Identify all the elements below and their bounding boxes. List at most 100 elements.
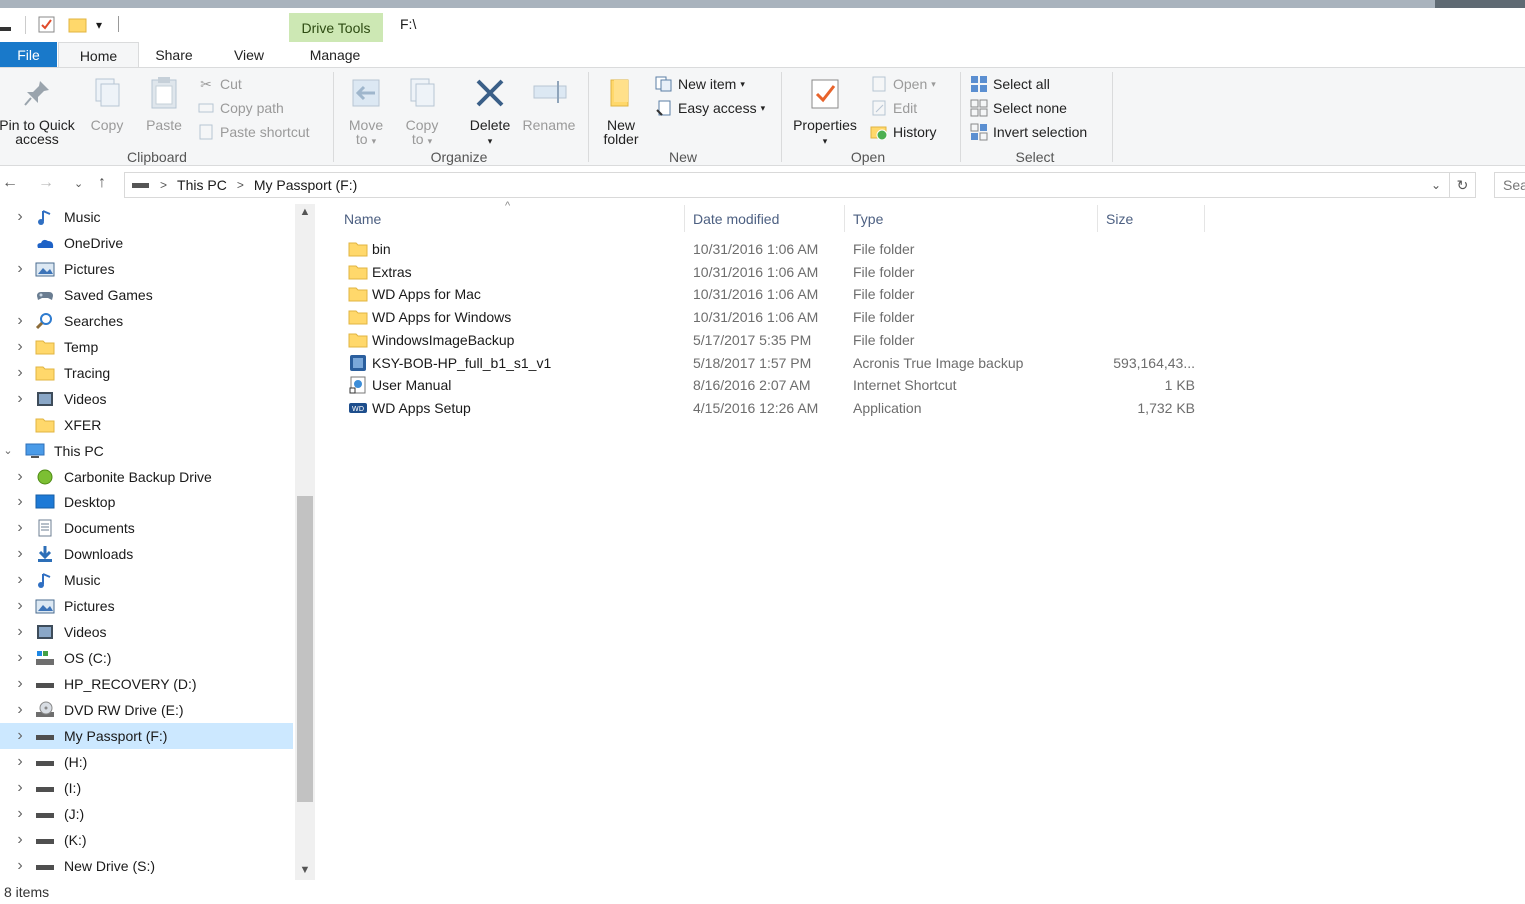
- paste-shortcut-button[interactable]: Paste shortcut: [197, 122, 310, 142]
- nav-scrollbar-thumb[interactable]: [297, 496, 313, 802]
- select-all-button[interactable]: Select all: [970, 74, 1050, 94]
- chevron-right-icon[interactable]: ›: [14, 805, 26, 823]
- nav-item[interactable]: › My Passport (F:): [0, 723, 293, 749]
- chevron-right-icon[interactable]: ›: [14, 753, 26, 771]
- address-bar[interactable]: > This PC > My Passport (F:) ⌄: [124, 172, 1450, 198]
- nav-item[interactable]: OneDrive: [0, 230, 293, 256]
- nav-item[interactable]: › DVD RW Drive (E:): [0, 697, 293, 723]
- chevron-right-icon[interactable]: ›: [14, 779, 26, 797]
- nav-item[interactable]: › Tracing: [0, 360, 293, 386]
- file-row[interactable]: KSY-BOB-HP_full_b1_s1_v1 5/18/2017 1:57 P…: [340, 352, 1200, 375]
- chevron-right-icon[interactable]: ›: [14, 597, 26, 615]
- nav-item[interactable]: › (H:): [0, 749, 293, 775]
- column-header-size[interactable]: Size: [1106, 208, 1133, 230]
- column-header-date[interactable]: Date modified: [693, 208, 779, 230]
- customize-qa-icon[interactable]: ▾: [96, 18, 102, 32]
- nav-item[interactable]: ⌄ This PC: [0, 438, 293, 464]
- nav-item[interactable]: › New Drive (S:): [0, 853, 293, 879]
- tab-home[interactable]: Home: [58, 42, 139, 68]
- pin-to-quick-access-button[interactable]: Pin to Quick access: [0, 74, 78, 146]
- column-separator[interactable]: [1204, 205, 1205, 232]
- scroll-down-arrow-icon[interactable]: ▼: [295, 864, 315, 876]
- chevron-right-icon[interactable]: ›: [14, 727, 26, 745]
- history-button[interactable]: History: [870, 122, 937, 142]
- chevron-right-icon[interactable]: ›: [14, 338, 26, 356]
- chevron-right-icon[interactable]: ›: [14, 831, 26, 849]
- forward-arrow-icon[interactable]: →: [38, 174, 54, 192]
- column-header-type[interactable]: Type: [853, 208, 883, 230]
- invert-selection-button[interactable]: Invert selection: [970, 122, 1087, 142]
- chevron-right-icon[interactable]: ›: [14, 571, 26, 589]
- chevron-right-icon[interactable]: ›: [14, 857, 26, 875]
- nav-item[interactable]: › Documents: [0, 515, 293, 541]
- rename-button[interactable]: Rename: [520, 74, 578, 132]
- nav-item[interactable]: › Pictures: [0, 256, 293, 282]
- copy-path-button[interactable]: Copy path: [197, 98, 284, 118]
- nav-item[interactable]: Saved Games: [0, 282, 293, 308]
- delete-button[interactable]: Delete ▾: [464, 74, 516, 148]
- column-separator[interactable]: [1097, 205, 1098, 232]
- chevron-right-icon[interactable]: ›: [14, 519, 26, 537]
- copy-button[interactable]: Copy: [86, 74, 128, 132]
- open-button[interactable]: Open ▾: [870, 74, 936, 94]
- nav-item[interactable]: › Temp: [0, 334, 293, 360]
- nav-item[interactable]: › Videos: [0, 619, 293, 645]
- nav-item[interactable]: › (J:): [0, 801, 293, 827]
- nav-item[interactable]: › Pictures: [0, 593, 293, 619]
- nav-item[interactable]: › (K:): [0, 827, 293, 853]
- nav-scrollbar[interactable]: ▲ ▼: [295, 204, 315, 880]
- nav-item[interactable]: › Videos: [0, 386, 293, 412]
- chevron-right-icon[interactable]: ›: [14, 312, 26, 330]
- scroll-up-arrow-icon[interactable]: ▲: [295, 206, 315, 218]
- file-row[interactable]: WD Apps for Mac 10/31/2016 1:06 AM File fo…: [340, 283, 1200, 306]
- new-item-button[interactable]: New item ▾: [655, 74, 745, 94]
- chevron-right-icon[interactable]: ›: [14, 260, 26, 278]
- file-row[interactable]: User Manual 8/16/2016 2:07 AM Internet Sho…: [340, 374, 1200, 397]
- nav-item[interactable]: › Desktop: [0, 489, 293, 515]
- nav-item[interactable]: › Searches: [0, 308, 293, 334]
- chevron-right-icon[interactable]: ›: [14, 208, 26, 226]
- edit-button[interactable]: Edit: [870, 98, 917, 118]
- properties-qa-icon[interactable]: [38, 16, 56, 34]
- chevron-right-icon[interactable]: ›: [14, 493, 26, 511]
- file-row[interactable]: WindowsImageBackup 5/17/2017 5:35 PM File …: [340, 329, 1200, 352]
- nav-item[interactable]: XFER: [0, 412, 293, 438]
- nav-item[interactable]: › Downloads: [0, 541, 293, 567]
- chevron-right-icon[interactable]: ›: [14, 545, 26, 563]
- new-folder-qa-icon[interactable]: [68, 16, 88, 34]
- chevron-right-icon[interactable]: ›: [14, 675, 26, 693]
- refresh-icon[interactable]: ↻: [1450, 172, 1476, 198]
- properties-button[interactable]: Properties ▾: [788, 74, 862, 148]
- copy-to-button[interactable]: Copy to ▾: [398, 74, 446, 148]
- column-separator[interactable]: [844, 205, 845, 232]
- file-row[interactable]: WD WD Apps Setup 4/15/2016 12:26 AM Applica…: [340, 397, 1200, 420]
- new-folder-button[interactable]: New folder: [598, 74, 644, 146]
- chevron-right-icon[interactable]: ›: [14, 649, 26, 667]
- chevron-right-icon[interactable]: ›: [14, 701, 26, 719]
- breadcrumb-my-passport[interactable]: My Passport (F:): [254, 177, 357, 193]
- cut-button[interactable]: ✂ Cut: [197, 74, 242, 94]
- up-arrow-icon[interactable]: ↑: [98, 174, 106, 192]
- tab-share[interactable]: Share: [145, 42, 203, 68]
- chevron-right-icon[interactable]: ›: [14, 468, 26, 486]
- chevron-right-icon[interactable]: ›: [14, 390, 26, 408]
- nav-item[interactable]: › Music: [0, 567, 293, 593]
- file-row[interactable]: bin 10/31/2016 1:06 AM File folder: [340, 238, 1200, 261]
- search-input[interactable]: Sea: [1494, 172, 1525, 198]
- file-row[interactable]: Extras 10/31/2016 1:06 AM File folder: [340, 261, 1200, 284]
- tab-file[interactable]: File: [0, 42, 57, 68]
- system-menu-icon[interactable]: [0, 17, 12, 33]
- recent-locations-chevron-icon[interactable]: ⌄: [74, 177, 83, 190]
- tab-manage[interactable]: Manage: [290, 42, 380, 68]
- nav-item[interactable]: › HP_RECOVERY (D:): [0, 671, 293, 697]
- nav-item[interactable]: › Music: [0, 204, 293, 230]
- chevron-down-icon[interactable]: ⌄: [2, 444, 14, 457]
- back-arrow-icon[interactable]: ←: [2, 174, 18, 192]
- nav-item[interactable]: › Carbonite Backup Drive: [0, 464, 293, 490]
- nav-item[interactable]: › (I:): [0, 775, 293, 801]
- select-none-button[interactable]: Select none: [970, 98, 1067, 118]
- move-to-button[interactable]: Move to ▾: [342, 74, 390, 148]
- column-header-name[interactable]: Name: [344, 208, 381, 230]
- nav-item[interactable]: › OS (C:): [0, 645, 293, 671]
- file-row[interactable]: WD Apps for Windows 10/31/2016 1:06 AM Fil…: [340, 306, 1200, 329]
